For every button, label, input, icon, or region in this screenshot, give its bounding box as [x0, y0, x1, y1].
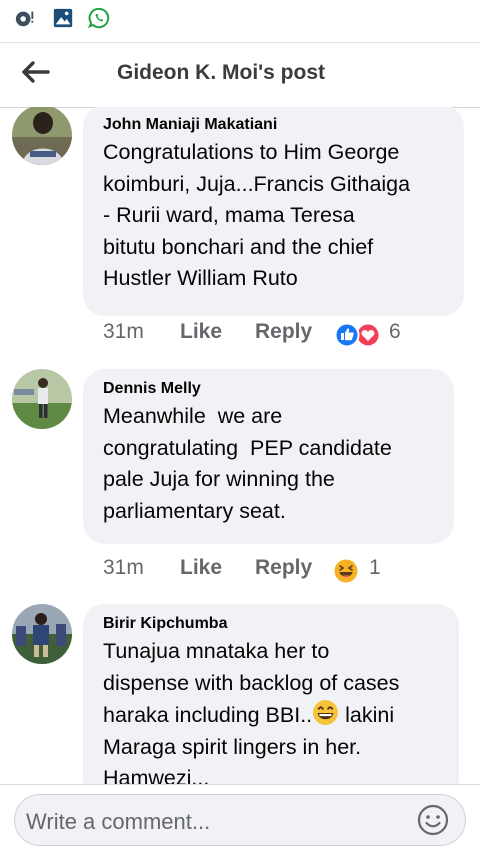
comment-bubble[interactable]: Birir Kipchumba Tunajua mnataka her to d…	[83, 604, 459, 784]
whatsapp-icon	[88, 7, 110, 29]
reaction-count: 1	[369, 556, 381, 579]
comment-author[interactable]: John Maniaji Makatiani	[103, 115, 444, 135]
reply-button[interactable]: Reply	[255, 556, 312, 580]
smiley-icon[interactable]	[417, 804, 449, 836]
comment-text: Congratulations to Him George koimburi, …	[103, 140, 411, 290]
comment-composer-bar: Write a comment...	[0, 784, 480, 855]
comment-bubble[interactable]: Dennis Melly Meanwhile we are congratula…	[83, 369, 454, 544]
comments-feed[interactable]: John Maniaji Makatiani Congratulations t…	[0, 107, 480, 784]
like-button[interactable]: Like	[180, 320, 222, 344]
post-header: Gideon K. Moi's post	[0, 42, 480, 108]
page-title: Gideon K. Moi's post	[117, 61, 325, 84]
comment-time: 31m	[103, 556, 144, 579]
comment-bubble[interactable]: John Maniaji Makatiani Congratulations t…	[83, 107, 464, 316]
haha-reaction-icon	[334, 559, 358, 583]
reaction-count: 6	[389, 320, 401, 343]
reaction-summary[interactable]	[334, 322, 382, 354]
reaction-summary[interactable]	[333, 558, 359, 590]
comment-actions: 31m Like Reply 1	[103, 556, 433, 586]
location-alert-icon	[15, 11, 34, 27]
avatar[interactable]	[12, 107, 72, 165]
comment-actions: 31m Like Reply 6	[103, 320, 433, 350]
avatar[interactable]	[12, 604, 72, 664]
gallery-icon	[53, 8, 73, 28]
reply-button[interactable]: Reply	[255, 320, 312, 344]
like-reaction-icon	[334, 322, 360, 348]
comment-input-placeholder: Write a comment...	[26, 809, 211, 834]
status-bar	[0, 0, 480, 36]
arrow-left-icon[interactable]	[18, 57, 54, 87]
like-button[interactable]: Like	[180, 556, 222, 580]
comment-author[interactable]: Birir Kipchumba	[103, 614, 439, 634]
comment-time: 31m	[103, 320, 144, 343]
comment-author[interactable]: Dennis Melly	[103, 379, 434, 399]
comment-input[interactable]: Write a comment...	[14, 794, 466, 846]
avatar[interactable]	[12, 369, 72, 429]
comment-text: Meanwhile we are congratulating PEP cand…	[103, 404, 392, 523]
love-reaction-icon	[355, 322, 381, 348]
comment-text: Tunajua mnataka her to dispense with bac…	[103, 639, 400, 784]
grinning-face-icon	[313, 700, 339, 725]
